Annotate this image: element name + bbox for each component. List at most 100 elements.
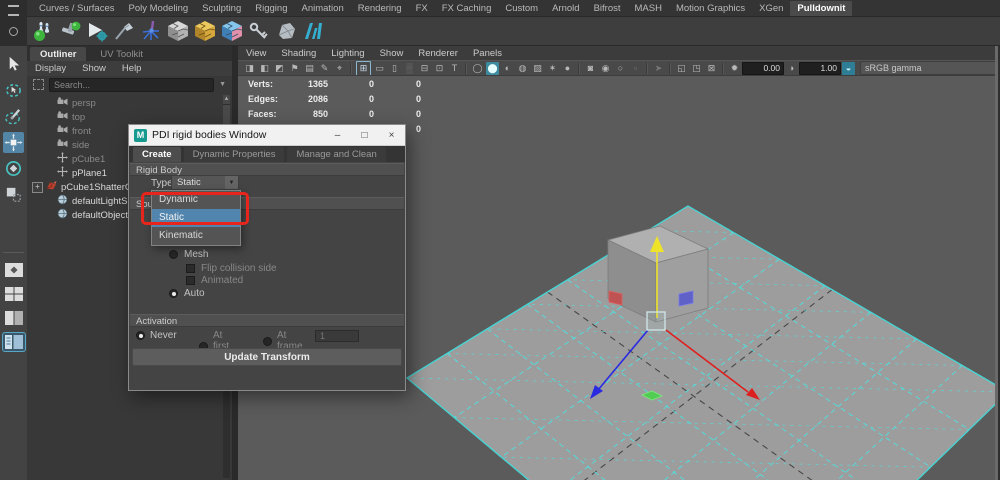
- viewport-menu-show[interactable]: Show: [380, 48, 404, 59]
- type-option-kinematic[interactable]: Kinematic: [152, 227, 240, 245]
- tab-uv-toolkit[interactable]: UV Toolkit: [90, 47, 153, 61]
- pdi-bowling-icon[interactable]: [31, 19, 55, 43]
- pdi-key-icon[interactable]: [247, 19, 271, 43]
- auto-radio-row[interactable]: Auto: [169, 288, 205, 299]
- pane-two-layout-button[interactable]: [3, 309, 25, 327]
- shatter-cube-gray-icon[interactable]: [166, 19, 190, 43]
- menu-item-rendering[interactable]: Rendering: [351, 1, 409, 16]
- mesh-radio-row[interactable]: Mesh: [169, 249, 208, 260]
- dialog-tab-manage-and-clean[interactable]: Manage and Clean: [287, 147, 386, 162]
- grid-icon[interactable]: ⊞: [356, 61, 371, 75]
- search-input[interactable]: [49, 77, 215, 92]
- frame-number-field[interactable]: [315, 330, 359, 342]
- outliner-menu-display[interactable]: Display: [35, 63, 66, 74]
- exposure-field[interactable]: 0.00: [742, 61, 784, 75]
- multisample-icon[interactable]: ○: [614, 62, 627, 75]
- viewport-menu-view[interactable]: View: [246, 48, 266, 59]
- dialog-tab-create[interactable]: Create: [133, 147, 181, 162]
- lights-icon[interactable]: ✶: [546, 62, 559, 75]
- menu-item-curves-surfaces[interactable]: Curves / Surfaces: [32, 1, 122, 16]
- snapshot-icon[interactable]: ◱: [675, 62, 688, 75]
- dialog-tab-dynamic-properties[interactable]: Dynamic Properties: [183, 147, 285, 162]
- manipulator-z-plane-handle[interactable]: [678, 290, 694, 307]
- pane-single-layout-button[interactable]: [3, 261, 25, 279]
- snapshot-paste-icon[interactable]: ◳: [690, 62, 703, 75]
- view-transform-select[interactable]: sRGB gamma▼: [860, 61, 995, 75]
- scale-tool[interactable]: [3, 184, 24, 205]
- dialog-title-bar[interactable]: M PDI rigid bodies Window – □ ×: [129, 125, 405, 146]
- menu-item-sculpting[interactable]: Sculpting: [195, 1, 248, 16]
- isolate-select-icon[interactable]: ➤: [652, 62, 665, 75]
- exposure-icon[interactable]: ✹: [728, 62, 741, 75]
- pdi-hammer-icon[interactable]: [58, 19, 82, 43]
- move-tool[interactable]: [3, 132, 24, 153]
- pane-outliner-layout-button[interactable]: [1, 332, 26, 352]
- menu-item-rigging[interactable]: Rigging: [248, 1, 294, 16]
- lasso-select-tool[interactable]: [3, 80, 24, 101]
- contrast-icon[interactable]: ◑: [785, 62, 798, 75]
- gamma-field[interactable]: 1.00: [799, 61, 841, 75]
- manipulator-center-handle[interactable]: [646, 311, 666, 331]
- textured-icon[interactable]: ◐: [501, 62, 514, 75]
- viewport-menu-renderer[interactable]: Renderer: [418, 48, 458, 59]
- gate-mask-icon[interactable]: ▒: [403, 62, 416, 75]
- animated-checkbox[interactable]: [186, 276, 195, 285]
- minimize-button[interactable]: –: [324, 125, 351, 145]
- bookmark-icon[interactable]: ⚑: [288, 62, 301, 75]
- menu-item-poly-modeling[interactable]: Poly Modeling: [122, 1, 196, 16]
- color-management-icon[interactable]: ◒: [842, 61, 855, 75]
- fog-icon[interactable]: ▫: [629, 62, 642, 75]
- motion-blur-icon[interactable]: ◉: [599, 62, 612, 75]
- camera-lock-icon[interactable]: ◩: [273, 62, 286, 75]
- image-plane-toggle-icon[interactable]: ⊠: [705, 62, 718, 75]
- safe-action-icon[interactable]: ⊡: [433, 62, 446, 75]
- wireframe-icon[interactable]: ◯: [471, 62, 484, 75]
- shelf-selector-icon[interactable]: [9, 27, 18, 36]
- safe-title-icon[interactable]: T: [448, 62, 461, 75]
- grease-pencil-icon[interactable]: ✎: [318, 62, 331, 75]
- viewport-menu-lighting[interactable]: Lighting: [331, 48, 364, 59]
- snap-to-point-icon[interactable]: ⌖: [333, 62, 346, 75]
- menu-item-animation[interactable]: Animation: [294, 1, 350, 16]
- field-chart-icon[interactable]: ⊟: [418, 62, 431, 75]
- select-tool[interactable]: [3, 54, 24, 75]
- pdi-rock-icon[interactable]: [274, 19, 298, 43]
- menu-item-pulldownit[interactable]: Pulldownit: [790, 0, 853, 16]
- outliner-menu-show[interactable]: Show: [82, 63, 106, 74]
- type-dropdown[interactable]: Static ▼: [171, 175, 239, 190]
- scroll-up-icon[interactable]: ▲: [223, 95, 230, 104]
- pdi-paint-brush-icon[interactable]: [139, 19, 163, 43]
- tab-outliner[interactable]: Outliner: [30, 47, 87, 61]
- menu-item-custom[interactable]: Custom: [498, 1, 545, 16]
- expand-plus-icon[interactable]: +: [32, 181, 43, 193]
- pulldownit-logo-icon[interactable]: [301, 19, 325, 43]
- activation-at-frame-radio[interactable]: [263, 336, 272, 346]
- resolution-gate-icon[interactable]: ▯: [388, 62, 401, 75]
- outliner-item-top[interactable]: top: [27, 110, 232, 124]
- outliner-menu-help[interactable]: Help: [122, 63, 142, 74]
- pane-four-layout-button[interactable]: [3, 285, 25, 303]
- auto-radio[interactable]: [169, 289, 178, 298]
- close-button[interactable]: ×: [378, 125, 405, 145]
- xray-icon[interactable]: ▨: [531, 62, 544, 75]
- activation-never-radio[interactable]: [136, 331, 145, 340]
- maximize-button[interactable]: □: [351, 125, 378, 145]
- menu-item-motion-graphics[interactable]: Motion Graphics: [669, 1, 752, 16]
- smooth-shade-icon[interactable]: ⬤: [486, 61, 499, 75]
- camera-icon[interactable]: ◨: [243, 62, 256, 75]
- hamburger-menu-icon[interactable]: [8, 5, 19, 16]
- viewport-menu-panels[interactable]: Panels: [473, 48, 502, 59]
- menu-item-mash[interactable]: MASH: [628, 1, 669, 16]
- rotate-tool[interactable]: [3, 158, 24, 179]
- menu-item-fx[interactable]: FX: [409, 1, 435, 16]
- menu-item-xgen[interactable]: XGen: [752, 1, 790, 16]
- pdi-play-gear-icon[interactable]: [85, 19, 109, 43]
- shatter-cube-gold-icon[interactable]: [193, 19, 217, 43]
- shatter-cube-blue-icon[interactable]: [220, 19, 244, 43]
- occlusion-icon[interactable]: ◙: [584, 62, 597, 75]
- activation-never-row[interactable]: Never: [136, 330, 177, 341]
- menu-item-bifrost[interactable]: Bifrost: [587, 1, 628, 16]
- image-plane-icon[interactable]: ▤: [303, 62, 316, 75]
- search-dropdown-icon[interactable]: ▼: [219, 81, 226, 88]
- viewport-menu-shading[interactable]: Shading: [281, 48, 316, 59]
